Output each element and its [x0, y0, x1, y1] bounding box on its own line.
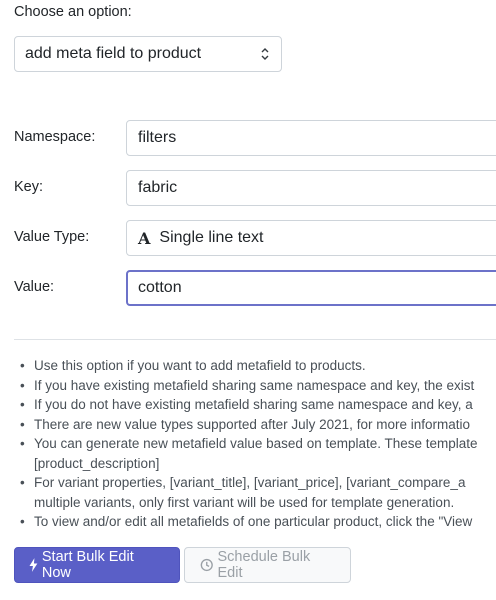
start-bulk-edit-label: Start Bulk Edit Now	[41, 549, 134, 581]
note-item: If you do not have existing metafield sh…	[20, 395, 496, 415]
note-item: If you have existing metafield sharing s…	[20, 376, 496, 396]
key-field[interactable]: fabric	[126, 170, 496, 206]
note-item: For variant properties, [variant_title],…	[20, 473, 496, 493]
note-item: Use this option if you want to add metaf…	[20, 356, 496, 376]
note-item: There are new value types supported afte…	[20, 415, 496, 435]
text-type-icon: A	[138, 228, 151, 248]
value-field[interactable]: cotton	[126, 270, 496, 306]
namespace-value: filters	[138, 129, 177, 146]
namespace-field[interactable]: filters	[126, 120, 496, 156]
select-arrows-icon	[261, 48, 269, 60]
notes-list: Use this option if you want to add metaf…	[20, 356, 496, 532]
value-label: Value:	[14, 279, 55, 295]
clock-icon	[200, 558, 213, 572]
schedule-bulk-edit-button[interactable]: Schedule Bulk Edit	[184, 547, 351, 583]
value-type-label: Value Type:	[14, 229, 90, 245]
key-value: fabric	[138, 179, 178, 196]
note-item-continuation: [product_description]	[34, 455, 160, 471]
section-divider	[14, 339, 496, 340]
note-item-continuation: multiple variants, only first variant wi…	[34, 494, 455, 510]
value-type-value: Single line text	[159, 229, 264, 246]
option-select[interactable]: add meta field to product	[14, 36, 282, 72]
start-bulk-edit-button[interactable]: Start Bulk Edit Now	[14, 547, 180, 583]
namespace-label: Namespace:	[14, 129, 96, 145]
value-value: cotton	[138, 279, 182, 296]
note-item: To view and/or edit all metafields of on…	[20, 512, 496, 532]
note-item: You can generate new metafield value bas…	[20, 434, 496, 454]
key-label: Key:	[14, 179, 44, 195]
choose-option-label: Choose an option:	[14, 4, 132, 20]
option-select-value: add meta field to product	[25, 45, 202, 62]
value-type-field[interactable]: A Single line text	[126, 220, 496, 256]
schedule-bulk-edit-label: Schedule Bulk Edit	[217, 549, 311, 581]
bolt-icon	[29, 558, 38, 572]
